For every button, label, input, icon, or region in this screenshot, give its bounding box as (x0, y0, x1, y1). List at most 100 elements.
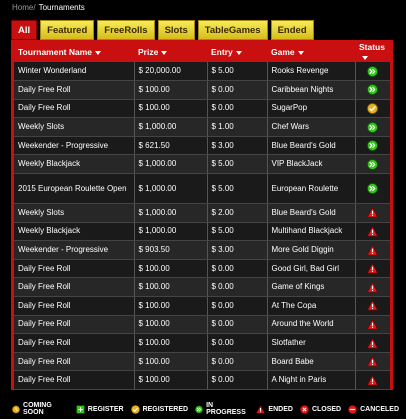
legend-item: CLOSED (300, 404, 341, 414)
cell-name[interactable]: Weekly Slots (14, 117, 134, 137)
cell-game[interactable]: Slotfather (266, 333, 355, 353)
in-progress-icon[interactable] (367, 65, 379, 77)
table-row[interactable]: Daily Free Roll $ 100.00 $ 0.00 At The Copa (14, 296, 390, 316)
table-row[interactable]: Daily Free Roll $ 100.00 $ 0.00 Good Girl, … (14, 259, 390, 279)
table-row[interactable]: Weekly Blackjack $ 1,000.00 $ 5.00 VIP Blac… (14, 154, 390, 175)
column-header-game[interactable]: Game (267, 42, 355, 62)
table-row[interactable]: Winter Wonderland $ 20,000.00 $ 5.00 Rooks … (14, 62, 390, 82)
cell-status[interactable] (354, 154, 390, 175)
in-progress-icon[interactable] (367, 140, 379, 152)
ended-icon[interactable] (367, 300, 379, 311)
cell-name[interactable]: 2015 European Roulette Open (14, 173, 134, 205)
ended-icon[interactable] (367, 281, 379, 293)
cell-game[interactable]: Caribbean Nights (266, 80, 355, 100)
cell-game[interactable]: Board Babe (266, 352, 355, 372)
cell-name[interactable]: Daily Free Roll (14, 370, 134, 390)
ended-icon[interactable] (367, 337, 379, 349)
table-row[interactable]: Daily Free Roll $ 100.00 $ 0.00 Board Babe (14, 352, 390, 372)
cell-status[interactable] (354, 62, 390, 82)
table-row[interactable]: Weekender - Progressive $ 903.50 $ 3.00 Mor… (14, 240, 390, 260)
tab-slots[interactable]: Slots (157, 20, 195, 40)
column-header-entry[interactable]: Entry (207, 42, 267, 62)
cell-name[interactable]: Weekly Blackjack (14, 154, 134, 175)
cell-status[interactable] (354, 203, 390, 223)
ended-icon[interactable] (367, 263, 379, 274)
table-row[interactable]: Weekly Blackjack $ 1,000.00 $ 5.00 Multihan… (14, 222, 390, 242)
ended-icon[interactable] (367, 207, 379, 218)
cell-game[interactable]: Good Girl, Bad Girl (266, 259, 355, 279)
cell-name[interactable]: Weekly Slots (14, 203, 134, 223)
table-row[interactable]: Daily Free Roll $ 100.00 $ 0.00 Around the … (14, 315, 390, 335)
tab-all[interactable]: All (11, 20, 38, 40)
cell-game[interactable]: Blue Beard's Gold (266, 136, 355, 156)
in-progress-icon[interactable] (367, 121, 379, 133)
table-row[interactable]: Daily Free Roll $ 100.00 $ 0.00 Caribbean N… (14, 80, 390, 100)
table-row[interactable]: Weekly Slots $ 1,000.00 $ 1.00 Chef Wars (14, 117, 390, 137)
ended-icon[interactable] (367, 226, 379, 237)
table-row[interactable]: Weekly Slots $ 1,000.00 $ 2.00 Blue Beard's… (14, 203, 390, 223)
tab-featured[interactable]: Featured (40, 20, 95, 40)
cell-game[interactable]: European Roulette (266, 173, 355, 205)
column-header-status[interactable]: Status (355, 42, 390, 62)
cell-game[interactable]: VIP BlackJack (266, 154, 355, 175)
cell-game[interactable]: At The Copa (266, 296, 355, 316)
tab-freerolls[interactable]: FreeRolls (97, 20, 155, 40)
table-row[interactable]: Daily Free Roll $ 100.00 $ 0.00 Slotfather (14, 333, 390, 353)
legend-item: REGISTERED (130, 404, 188, 414)
column-header-prize[interactable]: Prize (134, 42, 207, 62)
ended-icon[interactable] (367, 374, 379, 386)
cell-game[interactable]: Around the World (266, 315, 355, 335)
cell-name[interactable]: Daily Free Roll (14, 315, 134, 335)
table-row[interactable]: Daily Free Roll $ 100.00 $ 0.00 SugarPop (14, 99, 390, 119)
cell-name[interactable]: Daily Free Roll (14, 352, 134, 372)
in-progress-icon[interactable] (367, 183, 379, 194)
table-row[interactable]: Weekender - Progressive $ 621.50 $ 3.00 Blu… (14, 136, 390, 156)
cell-status[interactable] (354, 333, 390, 353)
table-row[interactable]: Daily Free Roll $ 100.00 $ 0.00 Game of Kin… (14, 277, 390, 298)
cell-status[interactable] (354, 296, 390, 316)
column-header-name[interactable]: Tournament Name (14, 42, 134, 62)
cell-name[interactable]: Winter Wonderland (14, 62, 134, 82)
cell-game[interactable]: Blue Beard's Gold (266, 203, 355, 223)
breadcrumb-home-link[interactable]: Home/ (12, 3, 36, 12)
cell-name[interactable]: Daily Free Roll (14, 99, 134, 119)
cell-game[interactable]: More Gold Diggin (266, 240, 355, 260)
cell-game[interactable]: Multihand Blackjack (266, 222, 355, 242)
cell-status[interactable] (354, 315, 390, 335)
cell-status[interactable] (354, 80, 390, 100)
cell-name[interactable]: Weekender - Progressive (14, 136, 134, 156)
registered-icon[interactable] (367, 103, 379, 114)
tab-tablegames[interactable]: TableGames (197, 20, 268, 40)
cell-name[interactable]: Weekender - Progressive (14, 240, 134, 260)
in-progress-icon[interactable] (367, 158, 379, 170)
cell-status[interactable] (354, 352, 390, 372)
cell-name[interactable]: Daily Free Roll (14, 80, 134, 100)
table-row[interactable]: 2015 European Roulette Open $ 1,000.00 $ 5… (14, 173, 390, 205)
cell-game[interactable]: Rooks Revenge (266, 62, 355, 82)
cell-game[interactable]: A Night in Paris (266, 370, 355, 390)
cell-name[interactable]: Daily Free Roll (14, 333, 134, 353)
cell-status[interactable] (354, 173, 390, 205)
cell-status[interactable] (354, 277, 390, 298)
cell-status[interactable] (354, 117, 390, 137)
cell-status[interactable] (354, 222, 390, 242)
ended-icon[interactable] (367, 319, 379, 330)
tab-ended[interactable]: Ended (270, 20, 314, 40)
cell-status[interactable] (354, 136, 390, 156)
in-progress-icon[interactable] (367, 84, 379, 96)
cell-status[interactable] (354, 99, 390, 119)
cell-status[interactable] (354, 370, 390, 390)
cell-game[interactable]: Game of Kings (266, 277, 355, 298)
cell-name[interactable]: Daily Free Roll (14, 296, 134, 316)
column-header-label: Status (359, 42, 385, 52)
cell-game[interactable]: Chef Wars (266, 117, 355, 137)
ended-icon[interactable] (367, 356, 379, 367)
ended-icon[interactable] (367, 244, 379, 256)
cell-name[interactable]: Daily Free Roll (14, 277, 134, 298)
cell-game[interactable]: SugarPop (266, 99, 355, 119)
cell-name[interactable]: Daily Free Roll (14, 259, 134, 279)
cell-status[interactable] (354, 259, 390, 279)
cell-status[interactable] (354, 240, 390, 260)
cell-name[interactable]: Weekly Blackjack (14, 222, 134, 242)
table-row[interactable]: Daily Free Roll $ 100.00 $ 0.00 A Night in … (14, 370, 390, 390)
